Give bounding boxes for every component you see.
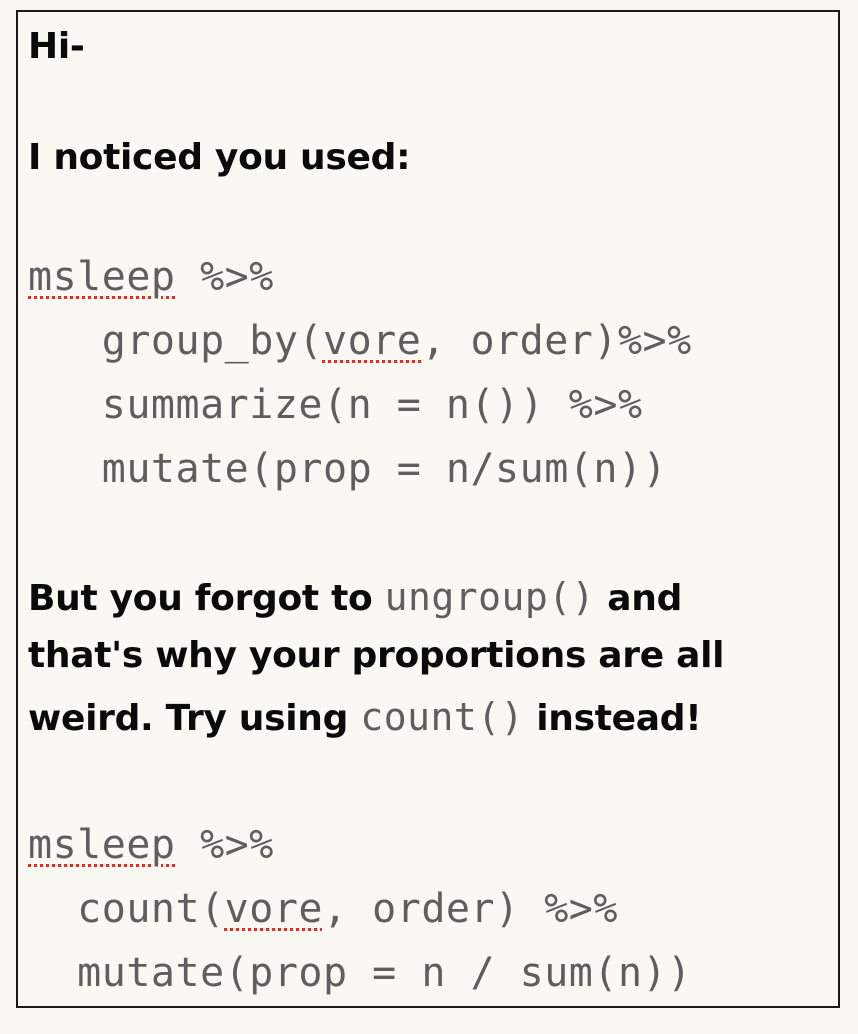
inline-code-count: count() [360,695,524,739]
explanation-text: instead! [524,698,702,739]
code-line: count(vore, order) %>% [28,886,618,932]
code-line: mutate(prop = n/sum(n)) [28,446,668,492]
code-token: group_by( [28,318,323,364]
code-line: msleep %>% [28,822,274,868]
explanation-text: and [595,578,683,619]
greeting-text: Hi- [28,26,85,67]
code-token: , order) %>% [322,886,618,932]
code-token: %>% [175,822,274,868]
explanation-line: But you forgot to ungroup() and [28,575,682,619]
code-token: , order)%>% [421,318,692,364]
code-token-misspelled: vore [224,886,323,932]
code-token-misspelled: vore [322,318,422,364]
explanation-line: weird. Try using count() instead! [28,695,702,739]
code-line: mutate(prop = n / sum(n)) [28,950,692,996]
code-token-misspelled: msleep [28,254,176,300]
code-line: summarize(n = n()) %>% [28,382,643,428]
explanation-text: But you forgot to [28,578,385,619]
code-token: %>% [175,254,274,300]
code-token-misspelled: msleep [28,822,176,868]
intro-text: I noticed you used: [28,137,411,178]
code-token: count( [28,886,225,932]
explanation-line: that's why your proportions are all [28,635,725,676]
message-box: Hi- I noticed you used: msleep %>% group… [16,10,840,1008]
inline-code-ungroup: ungroup() [384,575,596,619]
explanation-text: weird. Try using [28,698,361,739]
code-line: msleep %>% [28,254,274,300]
code-line: group_by(vore, order)%>% [28,318,692,364]
